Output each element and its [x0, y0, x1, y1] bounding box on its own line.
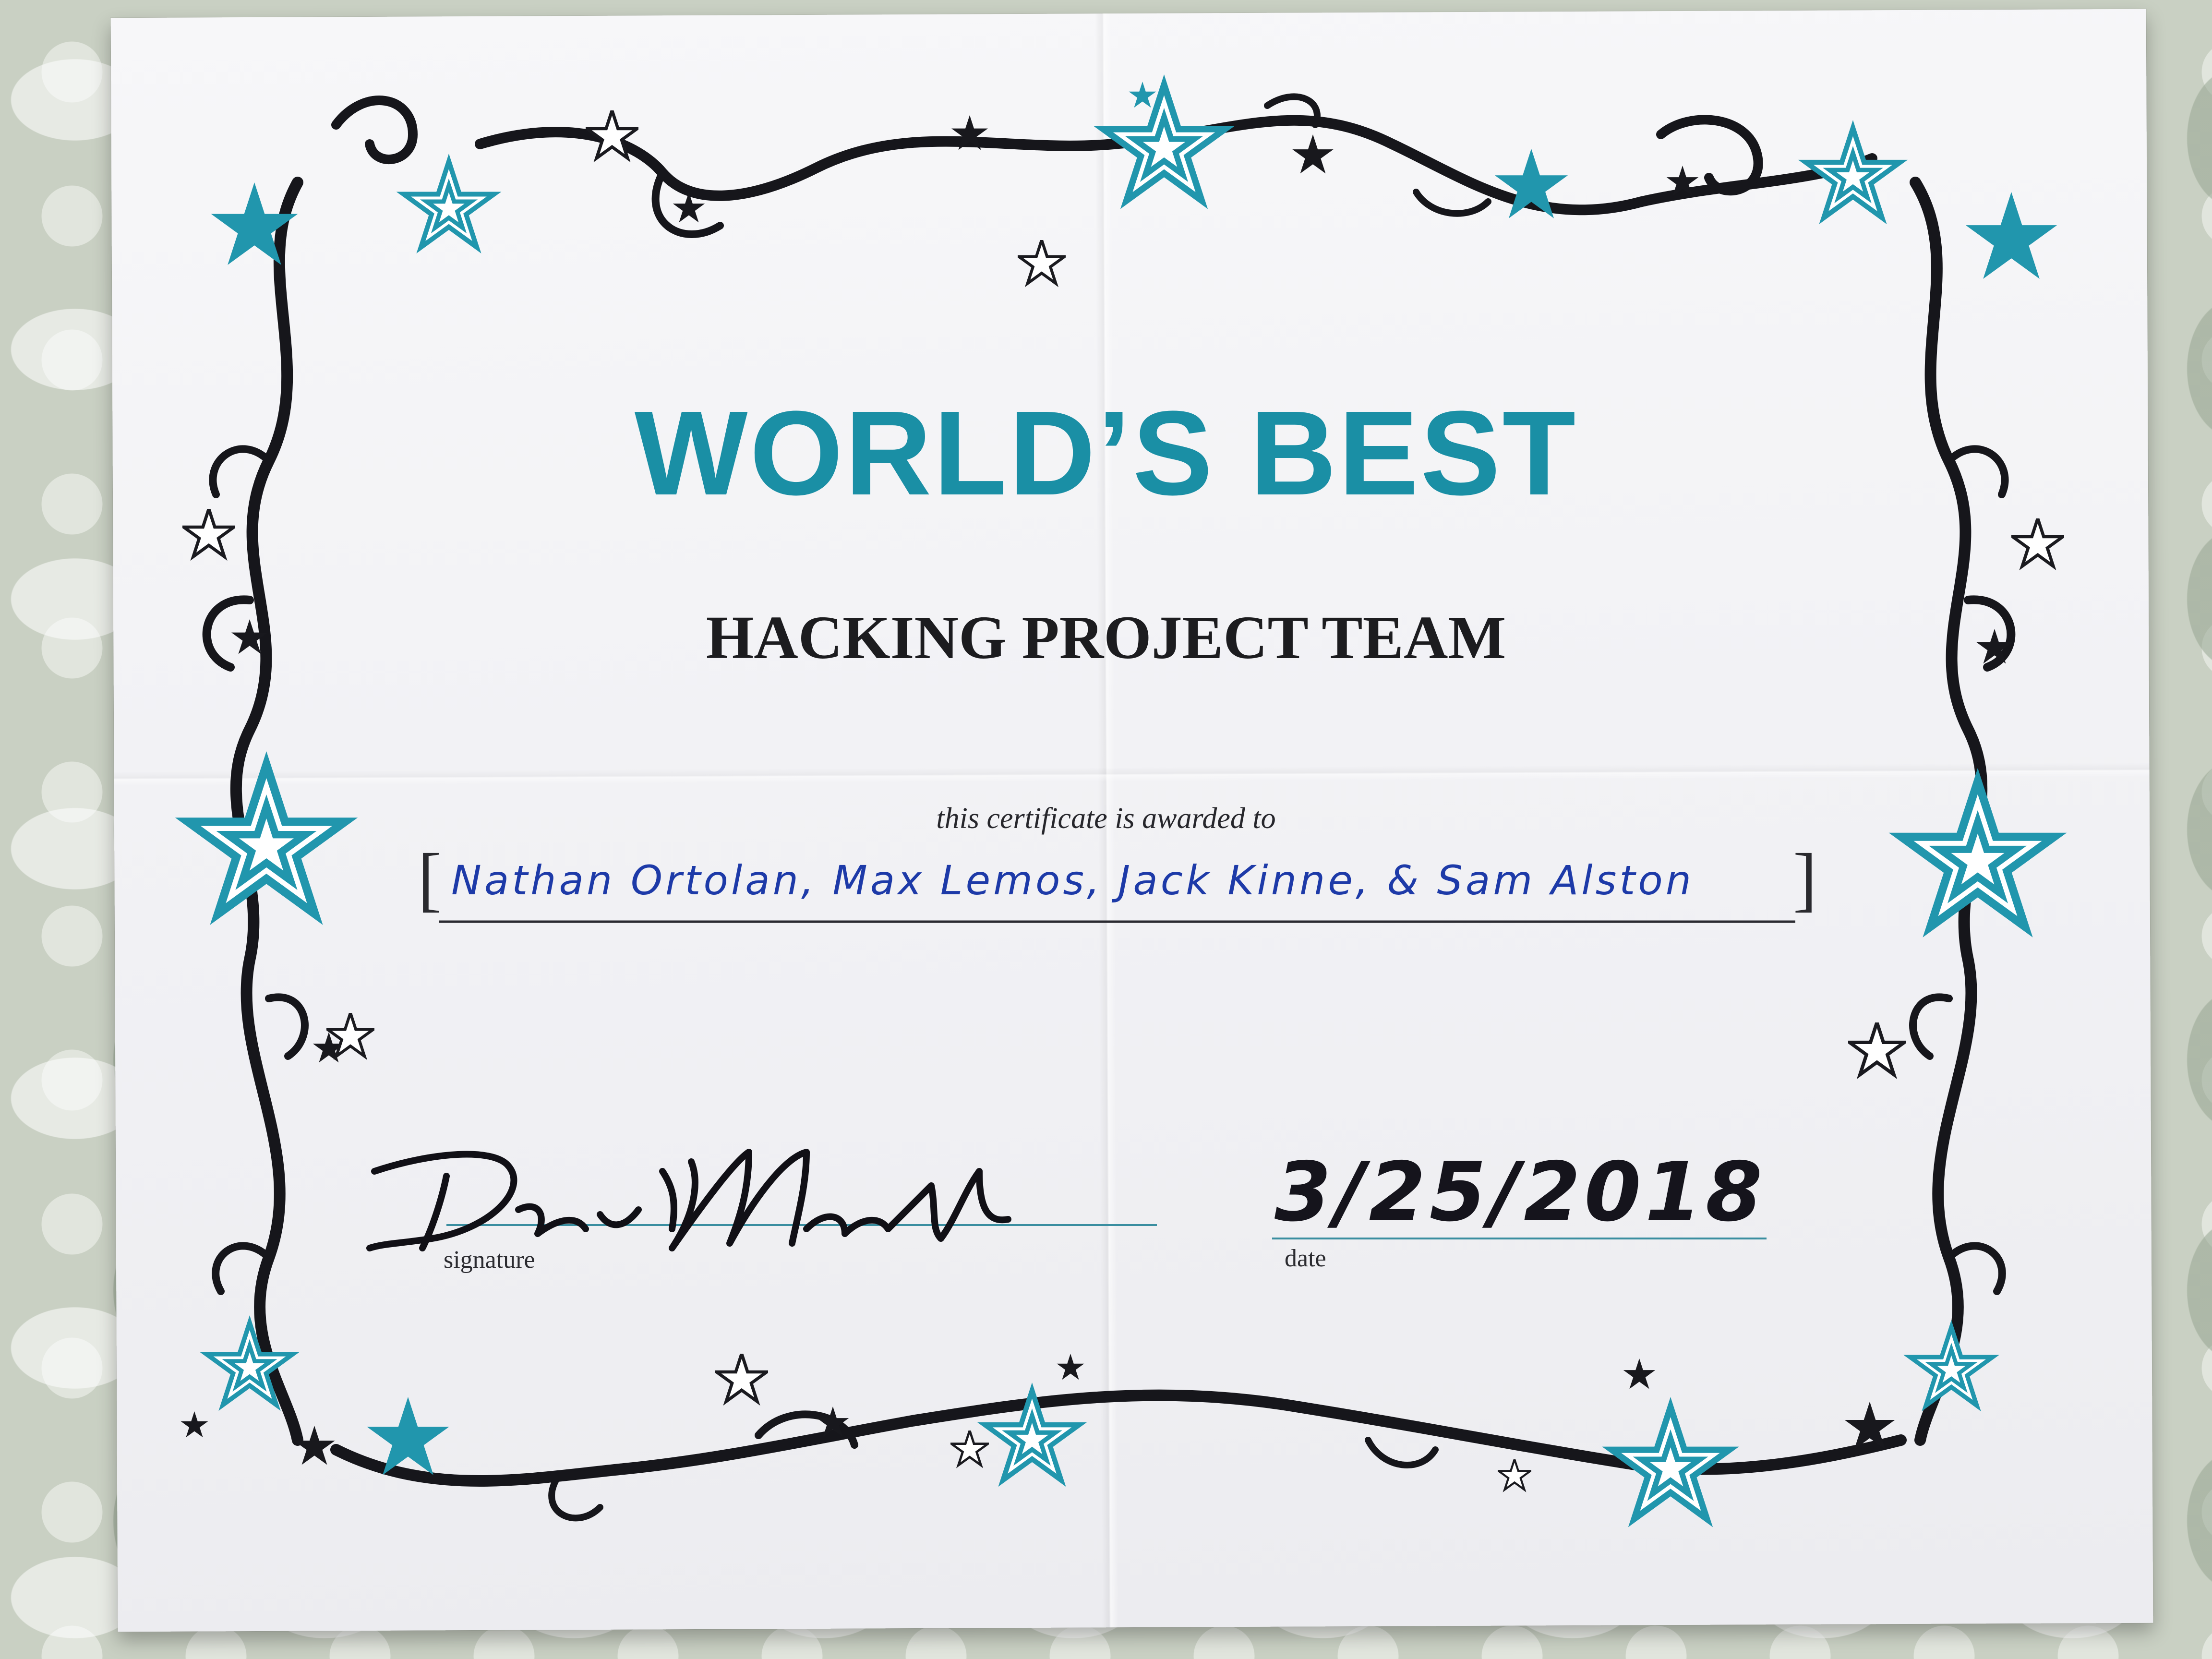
photo-scene: WORLD’S BEST HACKING PROJECT TEAM this c…	[0, 0, 2212, 1659]
recipient-names-handwritten: Nathan Ortolan, Max Lemos, Jack Kinne, &…	[451, 857, 1694, 904]
recipient-bracket-right: ]	[1793, 839, 1817, 919]
handwritten-date: 3/25/2018	[1274, 1145, 1767, 1240]
recipient-bracket-left: [	[418, 839, 442, 919]
awarded-to-line: this certificate is awarded to	[936, 802, 1276, 835]
certificate-subtitle: HACKING PROJECT TEAM	[706, 603, 1506, 672]
teal-stars	[175, 74, 2067, 1527]
certificate-title: WORLD’S BEST	[634, 386, 1578, 520]
outline-stars	[184, 110, 2063, 1490]
date-caption: date	[1285, 1245, 1326, 1272]
signature-caption: signature	[444, 1246, 535, 1274]
handwritten-signature	[366, 1149, 1011, 1251]
